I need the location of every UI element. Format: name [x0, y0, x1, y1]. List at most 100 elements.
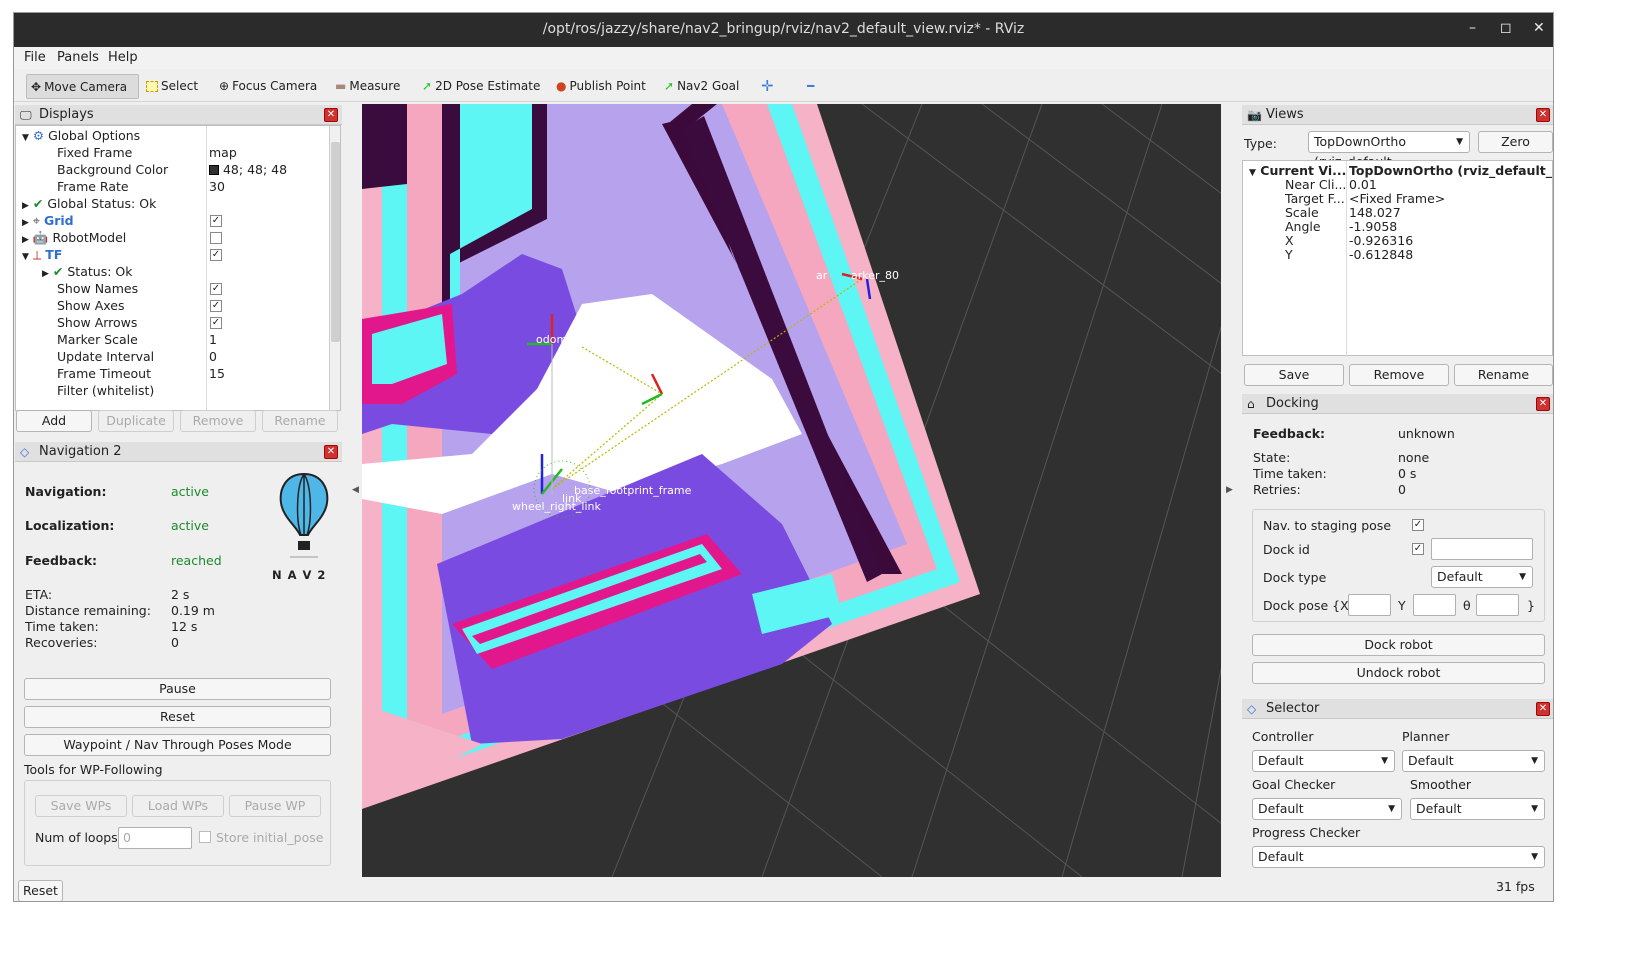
close-displays-icon[interactable]: ✕ [324, 108, 338, 122]
scrollbar[interactable] [329, 126, 340, 410]
menu-file[interactable]: File [24, 50, 46, 65]
remove-tool-button[interactable]: ━ [803, 74, 818, 99]
duplicate-display-button[interactable]: Duplicate [98, 410, 174, 432]
pose-estimate-tool[interactable]: ➚ 2D Pose Estimate [418, 74, 544, 99]
frame-timeout-value[interactable]: 15 [209, 365, 225, 382]
y-value[interactable]: -0.612848 [1349, 246, 1413, 263]
map-pin-icon: ● [556, 79, 567, 93]
dock-pose-theta-input[interactable] [1476, 594, 1519, 616]
tf-status-row[interactable]: ▶ ✔ Status: Ok [42, 263, 132, 280]
dock-id-input[interactable] [1431, 538, 1533, 560]
planner-select[interactable]: Default ▼ [1402, 750, 1545, 772]
view-type-select[interactable]: TopDownOrtho (rviz_default_▼ [1308, 131, 1470, 169]
goal-checker-select[interactable]: Default ▼ [1252, 798, 1402, 820]
menu-help[interactable]: Help [108, 50, 138, 65]
planner-label: Planner [1402, 729, 1450, 744]
zero-view-button[interactable]: Zero [1478, 131, 1553, 153]
save-wps-button[interactable]: Save WPs [35, 795, 127, 817]
grid-checkbox[interactable]: ✓ [210, 215, 222, 227]
store-initial-checkbox[interactable] [199, 831, 211, 843]
collapse-right-icon[interactable]: ▶ [1226, 485, 1233, 495]
robotmodel-checkbox[interactable] [210, 232, 222, 244]
rename-view-button[interactable]: Rename [1454, 364, 1553, 386]
remove-view-button[interactable]: Remove [1349, 364, 1449, 386]
move-camera-tool[interactable]: ✥ Move Camera [26, 74, 139, 99]
close-nav2-icon[interactable]: ✕ [324, 445, 338, 459]
3d-viewport[interactable]: odom ar arker_80 whe caster_l base_footp… [362, 104, 1221, 877]
focus-camera-tool[interactable]: ⊕ Focus Camera [215, 74, 321, 99]
progress-checker-select[interactable]: Default ▼ [1252, 846, 1545, 868]
background-color-value[interactable]: 48; 48; 48 [209, 161, 287, 178]
column-divider [1346, 161, 1347, 357]
docking-state-value: none [1398, 450, 1430, 465]
update-interval-value[interactable]: 0 [209, 348, 217, 365]
close-docking-icon[interactable]: ✕ [1536, 397, 1550, 411]
show-axes-checkbox[interactable]: ✓ [210, 300, 222, 312]
close-window-button[interactable]: ✕ [1533, 20, 1545, 36]
show-arrows-checkbox[interactable]: ✓ [210, 317, 222, 329]
tree-label: Background Color [57, 162, 169, 177]
marker-frame-label-tail: arker_80 [851, 269, 900, 282]
planner-value: Default [1408, 753, 1454, 768]
waypoint-mode-button[interactable]: Waypoint / Nav Through Poses Mode [24, 734, 331, 756]
add-tool-button[interactable]: ✛ [757, 74, 778, 99]
maximize-button[interactable]: ◻ [1500, 20, 1512, 36]
global-options-row[interactable]: ▼ ⚙ Global Options [22, 127, 140, 144]
bottom-reset-button[interactable]: Reset [18, 880, 63, 901]
collapse-left-icon[interactable]: ◀ [352, 485, 359, 495]
marker-frame-label: ar [816, 269, 828, 282]
marker-scale-value[interactable]: 1 [209, 331, 217, 348]
menu-panels[interactable]: Panels [57, 50, 99, 65]
show-names-checkbox[interactable]: ✓ [210, 283, 222, 295]
dock-pose-brace: } [1527, 598, 1535, 613]
smoother-select[interactable]: Default ▼ [1410, 798, 1545, 820]
docking-feedback-label: Feedback: [1253, 426, 1326, 441]
dock-id-checkbox[interactable]: ✓ [1412, 543, 1424, 555]
minimize-button[interactable]: – [1469, 20, 1476, 36]
nav2-title: Navigation 2 [39, 444, 122, 459]
save-view-button[interactable]: Save [1244, 364, 1344, 386]
remove-display-button[interactable]: Remove [180, 410, 256, 432]
nav-staging-checkbox[interactable]: ✓ [1412, 519, 1424, 531]
controller-select[interactable]: Default ▼ [1252, 750, 1395, 772]
tf-row[interactable]: ▼ ⟂ TF [22, 246, 62, 263]
tf-checkbox[interactable]: ✓ [210, 249, 222, 261]
fixed-frame-value[interactable]: map [209, 144, 237, 161]
dock-pose-y-input[interactable] [1413, 594, 1456, 616]
robotmodel-row[interactable]: ▶ 🤖 RobotModel [22, 229, 126, 246]
pause-button[interactable]: Pause [24, 678, 331, 700]
num-loops-input[interactable]: 0 [118, 827, 192, 849]
undock-robot-button[interactable]: Undock robot [1252, 662, 1545, 684]
dock-pose-x-input[interactable] [1348, 594, 1391, 616]
distance-label: Distance remaining: [25, 603, 151, 618]
prop-value: TopDownOrtho (rviz_default_... [1349, 163, 1554, 178]
select-label: Select [161, 79, 199, 93]
dock-robot-button[interactable]: Dock robot [1252, 634, 1545, 656]
time-taken-value: 12 s [171, 619, 198, 634]
close-selector-icon[interactable]: ✕ [1536, 702, 1550, 716]
tree-label: Show Arrows [57, 315, 138, 330]
docking-panel-header: ⌂ Docking ✕ [1242, 394, 1553, 414]
num-loops-label: Num of loops [35, 830, 118, 845]
frame-rate-value[interactable]: 30 [209, 178, 225, 195]
dock-pose-y-label: Y [1398, 598, 1406, 613]
close-views-icon[interactable]: ✕ [1536, 108, 1550, 122]
pause-wp-button[interactable]: Pause WP [229, 795, 321, 817]
rename-display-button[interactable]: Rename [262, 410, 338, 432]
add-display-button[interactable]: Add [16, 410, 92, 432]
progress-checker-value: Default [1258, 849, 1304, 864]
dock-type-select[interactable]: Default ▼ [1431, 566, 1533, 588]
title-bar: /opt/ros/jazzy/share/nav2_bringup/rviz/n… [14, 13, 1553, 47]
scrollbar-thumb[interactable] [331, 142, 340, 342]
select-tool[interactable]: Select [142, 74, 202, 99]
grid-row[interactable]: ▶ ⌖ Grid [22, 212, 74, 229]
goal-checker-label: Goal Checker [1252, 777, 1336, 792]
load-wps-button[interactable]: Load WPs [132, 795, 224, 817]
nav2-goal-tool[interactable]: ➚ Nav2 Goal [660, 74, 743, 99]
reset-button[interactable]: Reset [24, 706, 331, 728]
publish-point-tool[interactable]: ● Publish Point [552, 74, 650, 99]
odom-frame-label: odom [536, 333, 568, 346]
tree-label: RobotModel [52, 230, 127, 245]
global-status-row[interactable]: ▶ ✔ Global Status: Ok [22, 195, 156, 212]
measure-tool[interactable]: ▬ Measure [331, 74, 404, 99]
